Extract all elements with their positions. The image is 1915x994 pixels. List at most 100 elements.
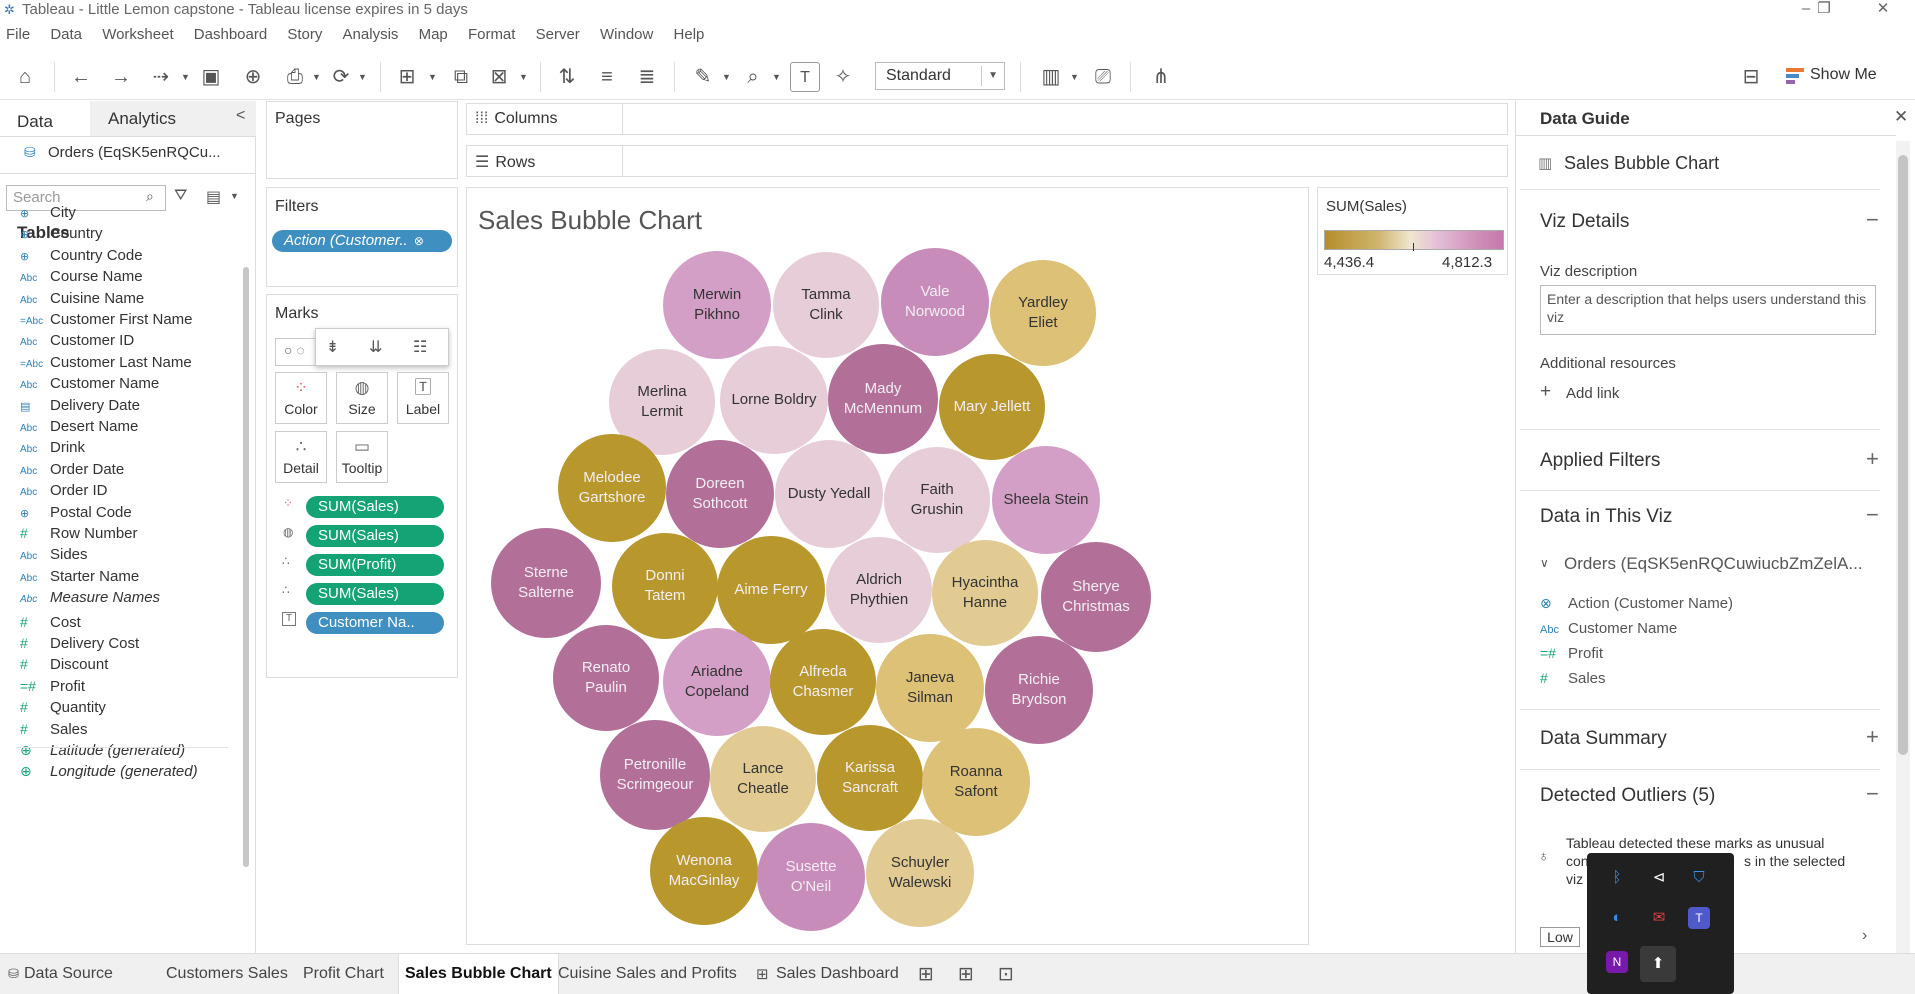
close-icon[interactable]: ✕ <box>1894 107 1908 127</box>
detail-button[interactable]: ∴ Detail <box>275 431 327 483</box>
group-dropdown-icon[interactable]: ▼ <box>772 72 781 82</box>
add-link-button[interactable]: Add link <box>1566 385 1619 402</box>
datasource-name[interactable]: Orders (EqSK5enRQCu... <box>48 144 221 161</box>
bubble-dusty-yedall[interactable]: Dusty Yedall <box>775 440 883 548</box>
app-icon[interactable]: ◐ <box>1602 903 1632 933</box>
onenote-icon[interactable]: N <box>1606 951 1628 973</box>
refresh-icon[interactable]: ⟳ <box>326 62 356 92</box>
color-button[interactable]: ⁘ Color <box>275 372 327 424</box>
detected-outliers-heading[interactable]: Detected Outliers (5) <box>1540 785 1715 807</box>
tab-analytics[interactable]: Analytics <box>90 101 256 136</box>
bubble-tamma-clink[interactable]: Tamma Clink <box>773 252 879 358</box>
show-labels-icon[interactable]: T <box>790 62 820 92</box>
fit-select[interactable]: Standard ▼ <box>875 62 1005 90</box>
field-measure-names[interactable]: Abc Measure Names <box>20 589 160 615</box>
collapse-icon[interactable]: − <box>1866 781 1879 807</box>
menu-server[interactable]: Server <box>536 26 580 43</box>
filter-icon[interactable]: ⛛ <box>174 187 187 205</box>
field-list-scrollbar[interactable] <box>243 267 249 867</box>
menu-file[interactable]: File <box>6 26 30 43</box>
sort-icon[interactable]: ⇟ <box>326 337 339 357</box>
pages-card[interactable]: Pages <box>266 101 458 179</box>
viz-datasource[interactable]: Orders (EqSK5enRQCuwiucbZmZelA... <box>1564 554 1863 574</box>
new-datasource-icon[interactable]: ⊕ <box>238 62 268 92</box>
pause-dropdown-icon[interactable]: ▼ <box>312 72 321 82</box>
field-longitude-generated[interactable]: ⊕ Longitude (generated) <box>20 763 198 789</box>
tab-data-source[interactable]: Data Source <box>18 954 119 994</box>
bubble-renato-paulin[interactable]: Renato Paulin <box>553 625 659 731</box>
collapse-icon[interactable]: − <box>1866 207 1879 233</box>
new-story-icon[interactable]: ⊡ <box>998 963 1014 986</box>
save-icon[interactable]: ▣ <box>196 62 226 92</box>
bubble-yardley-eliet[interactable]: Yardley Eliet <box>990 260 1096 366</box>
mail-icon[interactable]: ✉ <box>1644 903 1674 933</box>
data-in-viz-heading[interactable]: Data in This Viz <box>1540 506 1672 528</box>
columns-shelf[interactable]: ⁞⁞⁞ Columns <box>466 103 1508 135</box>
fix-axes-icon[interactable]: ✧ <box>828 62 858 92</box>
replay-icon[interactable]: ⇢ <box>146 62 176 92</box>
tab-profit-chart[interactable]: Profit Chart <box>297 954 390 994</box>
show-cards-dropdown-icon[interactable]: ▼ <box>1070 72 1079 82</box>
bubble-faith-grushin[interactable]: Faith Grushin <box>884 447 990 553</box>
sort-desc-icon[interactable]: ⇊ <box>369 337 382 357</box>
bubble-merwin-pikhno[interactable]: Merwin Pikhno <box>663 251 771 359</box>
restore-button[interactable]: ❐ <box>1801 0 1847 20</box>
sort-ascending-icon[interactable]: ≡ <box>592 62 622 92</box>
tab-sales-dashboard[interactable]: Sales Dashboard <box>770 954 905 994</box>
home-icon[interactable]: ⌂ <box>10 62 40 92</box>
mark-pill-detail-profit[interactable]: SUM(Profit) <box>306 554 444 576</box>
redo-icon[interactable]: → <box>106 62 136 92</box>
data-summary-heading[interactable]: Data Summary <box>1540 728 1667 750</box>
bubble-sterne-salterne[interactable]: Sterne Salterne <box>491 528 601 638</box>
tab-cuisine-sales-profits[interactable]: Cuisine Sales and Profits <box>552 954 743 994</box>
bluetooth-icon[interactable]: ᛒ <box>1602 863 1632 893</box>
clear-sheet-icon[interactable]: ⊠ <box>484 62 514 92</box>
bubble-alfreda-chasmer[interactable]: Alfreda Chasmer <box>770 629 876 735</box>
tab-customers-sales[interactable]: Customers Sales <box>160 954 294 994</box>
viz-details-heading[interactable]: Viz Details <box>1540 211 1629 233</box>
size-button[interactable]: ◍ Size <box>336 372 388 424</box>
guide-scroll-thumb[interactable] <box>1898 155 1908 755</box>
viz-description-input[interactable]: Enter a description that helps users und… <box>1540 285 1876 335</box>
tab-sales-bubble-chart[interactable]: Sales Bubble Chart <box>398 954 559 994</box>
bubble-aldrich-phythien[interactable]: Aldrich Phythien <box>826 537 932 643</box>
undo-icon[interactable]: ← <box>66 62 96 92</box>
bubble-roanna-safont[interactable]: Roanna Safont <box>922 728 1030 836</box>
bubble-ariadne-copeland[interactable]: Ariadne Copeland <box>663 628 771 736</box>
bubble-richie-brydson[interactable]: Richie Brydson <box>985 636 1093 744</box>
mark-pill-detail-sales[interactable]: SUM(Sales) <box>306 583 444 605</box>
bubble-susette-o-neil[interactable]: Susette O'Neil <box>757 823 865 931</box>
view-options-icon[interactable]: ▤ <box>206 187 221 207</box>
menu-data[interactable]: Data <box>50 26 82 43</box>
bubble-lorne-boldry[interactable]: Lorne Boldry <box>720 346 828 454</box>
expand-icon[interactable]: + <box>1866 724 1879 750</box>
collapse-pane-icon[interactable]: < <box>236 107 245 125</box>
bubble-mary-jellett[interactable]: Mary Jellett <box>939 354 1045 460</box>
group-icon[interactable]: ⌕ <box>738 62 768 92</box>
bubble-petronille-scrimgeour[interactable]: Petronille Scrimgeour <box>600 720 710 830</box>
menu-story[interactable]: Story <box>287 26 322 43</box>
app-icon[interactable]: ⬆ <box>1640 946 1676 982</box>
label-button[interactable]: 🅃 Label <box>397 372 449 424</box>
bubble-mady-mcmennum[interactable]: Mady McMennum <box>828 344 938 454</box>
menu-window[interactable]: Window <box>600 26 653 43</box>
data-guide-icon[interactable]: ⊟ <box>1736 62 1766 92</box>
bubble-sheela-stein[interactable]: Sheela Stein <box>992 446 1100 554</box>
menu-dashboard[interactable]: Dashboard <box>194 26 267 43</box>
bubble-lance-cheatle[interactable]: Lance Cheatle <box>710 726 816 832</box>
pause-updates-icon[interactable]: ⎙ <box>280 62 310 92</box>
replay-dropdown-icon[interactable]: ▼ <box>181 72 190 82</box>
teams-icon[interactable]: T <box>1688 907 1710 929</box>
highlight-icon[interactable]: ✎ <box>688 62 718 92</box>
mark-pill-label-customer[interactable]: Customer Na.. <box>306 612 444 634</box>
rows-shelf[interactable]: ☰ Rows <box>466 145 1508 177</box>
applied-filters-heading[interactable]: Applied Filters <box>1540 450 1660 472</box>
color-legend[interactable]: SUM(Sales) 4,436.4 4,812.3 <box>1317 187 1508 275</box>
menu-map[interactable]: Map <box>419 26 448 43</box>
close-window-button[interactable]: ✕ <box>1860 0 1906 20</box>
duplicate-sheet-icon[interactable]: ⧉ <box>446 62 476 92</box>
sort-descending-icon[interactable]: ≣ <box>632 62 662 92</box>
new-worksheet-icon[interactable]: ⊞ <box>392 62 422 92</box>
expand-icon[interactable]: + <box>1866 446 1879 472</box>
bubble-aime-ferry[interactable]: Aime Ferry <box>717 536 825 644</box>
